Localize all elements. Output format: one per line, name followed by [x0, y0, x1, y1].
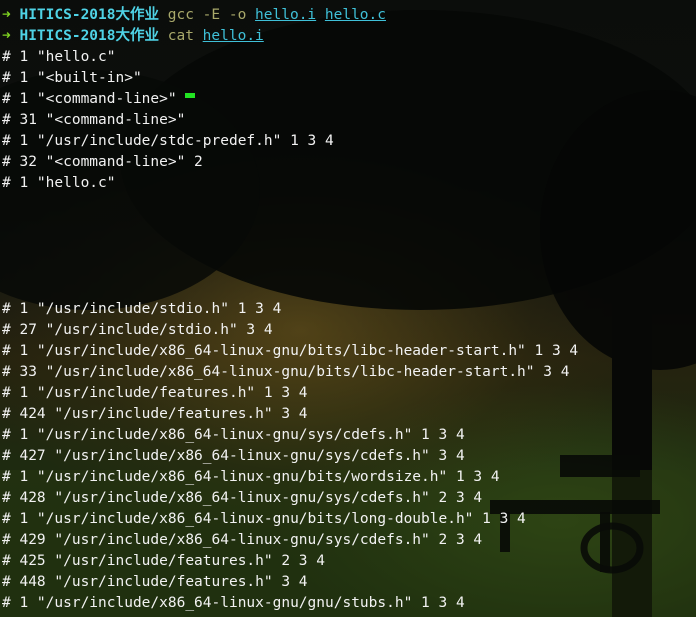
output-line: # 1 "/usr/include/x86_64-linux-gnu/gnu/s…	[2, 595, 465, 611]
output-line: # 1 "/usr/include/x86_64-linux-gnu/bits/…	[2, 469, 500, 485]
prompt-arrow-icon: ➜	[2, 7, 11, 23]
terminal-output: ➜ HITICS-2018大作业 gcc -E -o hello.i hello…	[2, 5, 696, 614]
output-line: # 1 "hello.c"	[2, 49, 116, 65]
output-line: # 1 "/usr/include/stdio.h" 1 3 4	[2, 301, 282, 317]
output-line: # 1 "/usr/include/x86_64-linux-gnu/sys/c…	[2, 427, 465, 443]
output-line: # 448 "/usr/include/features.h" 3 4	[2, 574, 308, 590]
output-line: # 427 "/usr/include/x86_64-linux-gnu/sys…	[2, 448, 465, 464]
output-line: # 1 "/usr/include/x86_64-linux-gnu/bits/…	[2, 511, 526, 527]
prompt-command: cat	[167, 28, 194, 44]
output-line: # 1 "/usr/include/x86_64-linux-gnu/bits/…	[2, 343, 579, 359]
output-line: # 1 "/usr/include/features.h" 1 3 4	[2, 385, 308, 401]
prompt-line-2: ➜ HITICS-2018大作业 cat hello.i	[2, 26, 696, 47]
output-line: # 27 "/usr/include/stdio.h" 3 4	[2, 322, 273, 338]
prompt-directory: HITICS-2018大作业	[19, 28, 159, 44]
output-line: # 1 "/usr/include/stdc-predef.h" 1 3 4	[2, 133, 334, 149]
output-line: # 1 "hello.c"	[2, 175, 116, 191]
command-argument: hello.c	[324, 7, 386, 23]
output-line: # 424 "/usr/include/features.h" 3 4	[2, 406, 308, 422]
prompt-directory: HITICS-2018大作业	[19, 7, 159, 23]
prompt-line-1: ➜ HITICS-2018大作业 gcc -E -o hello.i hello…	[2, 5, 696, 26]
output-line-text: # 1 "<command-line>"	[2, 91, 177, 107]
output-line: # 428 "/usr/include/x86_64-linux-gnu/sys…	[2, 490, 483, 506]
output-line: # 425 "/usr/include/features.h" 2 3 4	[2, 553, 326, 569]
command-argument: hello.i	[255, 7, 317, 23]
prompt-arrow-icon: ➜	[2, 28, 11, 44]
terminal-window[interactable]: ➜ HITICS-2018大作业 gcc -E -o hello.i hello…	[0, 0, 696, 617]
output-line: # 429 "/usr/include/x86_64-linux-gnu/sys…	[2, 532, 483, 548]
blank-lines	[2, 194, 696, 299]
prompt-command: gcc -E -o	[167, 7, 247, 23]
output-line: # 1 "<built-in>"	[2, 70, 142, 86]
output-line: # 33 "/usr/include/x86_64-linux-gnu/bits…	[2, 364, 570, 380]
command-argument: hello.i	[202, 28, 264, 44]
cursor-block	[184, 92, 195, 98]
output-line: # 31 "<command-line>"	[2, 112, 186, 128]
output-line: # 32 "<command-line>" 2	[2, 154, 203, 170]
output-line: # 1 "<command-line>"	[2, 89, 696, 110]
